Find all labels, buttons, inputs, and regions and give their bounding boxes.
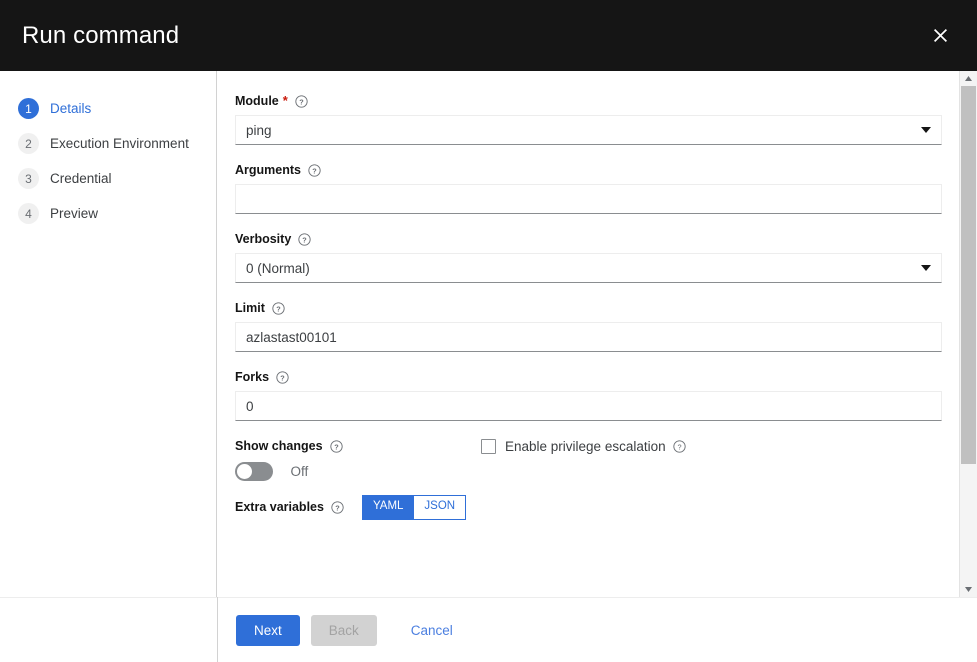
arguments-input[interactable] [235, 184, 942, 214]
svg-text:?: ? [677, 442, 681, 451]
limit-label: Limit ? [235, 300, 937, 316]
extra-variables-format-tabs: YAML JSON [361, 495, 467, 520]
close-button[interactable] [921, 16, 959, 54]
privilege-escalation-checkbox[interactable] [481, 439, 496, 454]
sidebar-item-label: Credential [50, 171, 112, 186]
svg-text:?: ? [303, 235, 308, 244]
details-form: Module * ? Arguments [217, 71, 977, 530]
field-group-forks: Forks ? [235, 369, 942, 421]
help-icon[interactable]: ? [298, 232, 311, 246]
show-changes-label-text: Show changes [235, 439, 323, 453]
help-icon[interactable]: ? [329, 439, 343, 453]
privilege-escalation-group[interactable]: Enable privilege escalation ? [481, 438, 686, 454]
limit-label-text: Limit [235, 301, 265, 315]
module-select[interactable] [235, 115, 942, 145]
verbosity-select-wrap [235, 253, 942, 283]
verbosity-label-text: Verbosity [235, 232, 292, 246]
extra-variables-label: Extra variables ? [235, 500, 344, 514]
form-scrollbar[interactable] [959, 71, 977, 597]
field-group-arguments: Arguments ? [235, 162, 942, 214]
tab-json[interactable]: JSON [414, 495, 467, 520]
limit-input[interactable] [235, 322, 942, 352]
help-icon[interactable]: ? [331, 501, 344, 514]
help-icon[interactable]: ? [295, 94, 308, 108]
toggles-row: Show changes ? Off Enable privilege esca… [235, 438, 937, 481]
module-select-wrap [235, 115, 942, 145]
verbosity-label: Verbosity ? [235, 231, 937, 247]
arguments-label: Arguments ? [235, 162, 937, 178]
step-number-2: 2 [18, 133, 39, 154]
cancel-button[interactable]: Cancel [403, 615, 461, 646]
svg-text:?: ? [335, 503, 340, 512]
privilege-escalation-label: Enable privilege escalation [505, 439, 666, 454]
caret-up-icon [965, 76, 972, 81]
page-title: Run command [22, 21, 180, 49]
help-icon[interactable]: ? [272, 301, 285, 315]
arguments-label-text: Arguments [235, 163, 301, 177]
close-icon [933, 28, 947, 42]
field-group-module: Module * ? [235, 93, 942, 145]
field-group-limit: Limit ? [235, 300, 942, 352]
module-label-text: Module [235, 94, 279, 108]
scroll-down-button[interactable] [960, 582, 977, 597]
sidebar-item-details[interactable]: 1 Details [0, 91, 216, 126]
extra-variables-label-text: Extra variables [235, 500, 324, 515]
next-button[interactable]: Next [236, 614, 300, 646]
caret-down-icon [965, 587, 972, 592]
tab-yaml[interactable]: YAML [361, 495, 415, 520]
sidebar-item-execution-environment[interactable]: 2 Execution Environment [0, 126, 216, 161]
required-marker: * [282, 93, 288, 108]
help-icon[interactable]: ? [308, 163, 321, 177]
module-label: Module * ? [235, 93, 937, 109]
modal-footer: Next Back Cancel [0, 597, 977, 662]
scrollbar-thumb[interactable] [961, 86, 976, 464]
forks-label-text: Forks [235, 370, 270, 384]
svg-text:?: ? [280, 373, 285, 382]
show-changes-label: Show changes ? [235, 438, 481, 454]
wizard-steps-nav: 1 Details 2 Execution Environment 3 Cred… [0, 71, 217, 597]
verbosity-select[interactable] [235, 253, 942, 283]
field-group-verbosity: Verbosity ? [235, 231, 942, 283]
forks-label: Forks ? [235, 369, 937, 385]
run-command-modal: Run command 1 Details 2 Execution Enviro… [0, 0, 977, 662]
sidebar-item-label: Details [50, 101, 92, 116]
svg-text:?: ? [334, 442, 339, 451]
footer-divider [217, 597, 218, 662]
toggle-knob [237, 464, 252, 479]
svg-text:?: ? [299, 97, 304, 106]
sidebar-item-label: Execution Environment [50, 136, 189, 151]
extra-variables-row: Extra variables ? YAML JSON [235, 495, 937, 520]
help-icon[interactable]: ? [276, 370, 289, 384]
help-icon[interactable]: ? [672, 440, 686, 453]
forks-input[interactable] [235, 391, 942, 421]
sidebar-item-credential[interactable]: 3 Credential [0, 161, 216, 196]
sidebar-item-preview[interactable]: 4 Preview [0, 196, 216, 231]
svg-text:?: ? [276, 304, 281, 313]
step-number-4: 4 [18, 203, 39, 224]
scroll-up-button[interactable] [960, 71, 977, 86]
form-scroll-area: Module * ? Arguments [217, 71, 977, 597]
step-number-1: 1 [18, 98, 39, 119]
step-number-3: 3 [18, 168, 39, 189]
sidebar-item-label: Preview [50, 206, 99, 221]
modal-body: 1 Details 2 Execution Environment 3 Cred… [0, 71, 977, 597]
show-changes-group: Show changes ? Off [235, 438, 481, 481]
modal-header: Run command [0, 0, 977, 71]
show-changes-state: Off [290, 464, 309, 479]
show-changes-toggle[interactable] [235, 462, 273, 481]
svg-text:?: ? [312, 166, 317, 175]
back-button[interactable]: Back [310, 614, 377, 646]
